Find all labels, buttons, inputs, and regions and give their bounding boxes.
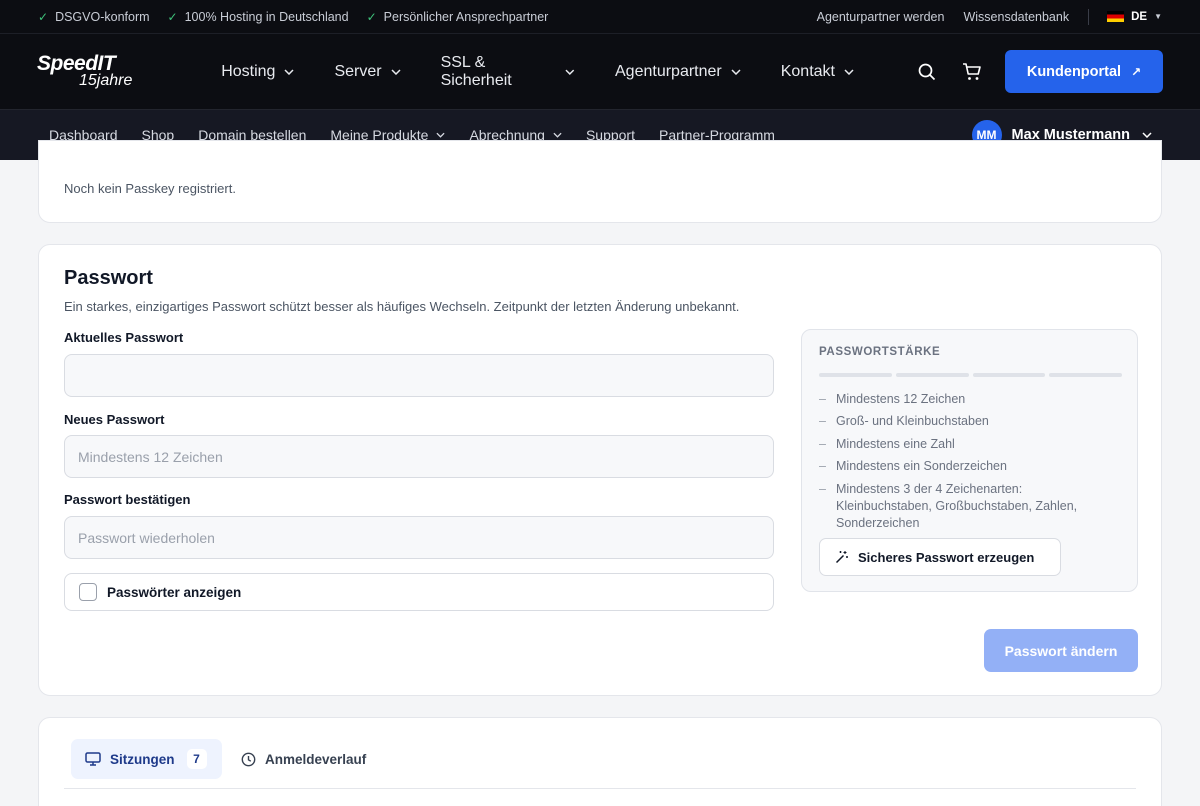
generate-password-button[interactable]: Sicheres Passwort erzeugen	[819, 538, 1061, 576]
search-icon[interactable]	[915, 60, 939, 84]
agency-partner-link[interactable]: Agenturpartner werden	[817, 10, 945, 24]
nav-hosting[interactable]: Hosting	[221, 54, 294, 90]
strength-title: PASSWORTSTÄRKE	[819, 346, 941, 358]
password-card: Passwort Ein starkes, einzigartiges Pass…	[38, 244, 1162, 696]
show-passwords-checkbox[interactable]	[79, 583, 97, 601]
current-password-label: Aktuelles Passwort	[64, 330, 184, 345]
strength-meter	[819, 373, 1122, 377]
chevron-down-icon	[565, 69, 575, 75]
nav-agency-partner[interactable]: Agenturpartner	[615, 54, 741, 90]
nav-ssl-security[interactable]: SSL & Sicherheit	[441, 54, 575, 90]
show-passwords-toggle[interactable]: Passwörter anzeigen	[64, 573, 774, 611]
german-flag-icon	[1107, 11, 1125, 22]
new-password-label: Neues Passwort	[64, 412, 165, 427]
passkey-card: Noch kein Passkey registriert.	[38, 140, 1162, 223]
section-title: Passwort	[64, 267, 153, 289]
divider	[1088, 8, 1090, 25]
cart-icon[interactable]	[960, 60, 984, 84]
caret-down-icon: ▼	[1154, 12, 1162, 21]
section-description: Ein starkes, einzigartiges Passwort schü…	[64, 299, 740, 314]
rule-item: – Mindestens 3 der 4 Zeichenarten: Kleinb…	[819, 481, 1078, 530]
magic-wand-icon	[835, 551, 848, 564]
change-password-button[interactable]: Passwort ändern	[984, 629, 1138, 672]
language-selector[interactable]: DE ▼	[1107, 11, 1162, 23]
check-icon: ✓	[167, 9, 178, 24]
top-bar: ✓ DSGVO-konform ✓ 100% Hosting in Deutschl…	[0, 0, 1200, 34]
nav-server[interactable]: Server	[334, 54, 401, 90]
arrow-up-right-icon: ↗	[1131, 64, 1142, 79]
chevron-down-icon	[844, 68, 854, 75]
monitor-icon	[85, 752, 101, 766]
strength-rules: – Mindestens 12 Zeichen – Groß- und Kleinb…	[819, 385, 1119, 532]
strength-bar	[819, 373, 892, 377]
divider	[64, 788, 1136, 789]
password-strength-panel: PASSWORTSTÄRKE – Mindestens 12 Zeichen – G…	[801, 329, 1138, 592]
logo[interactable]: SpeedIT 15jahre	[37, 52, 146, 92]
sessions-card: Sitzungen 7 Anmeldeverlauf	[38, 717, 1162, 806]
rule-item: – Groß- und Kleinbuchstaben	[819, 414, 989, 428]
dash-icon: –	[819, 436, 826, 451]
main-navigation: SpeedIT 15jahre Hosting Server SSL & Sic…	[0, 34, 1200, 110]
dash-icon: –	[819, 391, 826, 406]
new-password-input[interactable]	[64, 435, 774, 478]
knowledge-base-link[interactable]: Wissensdatenbank	[963, 10, 1069, 24]
chevron-down-icon	[553, 132, 562, 138]
chevron-down-icon	[436, 132, 446, 138]
feature-item: ✓ Persönlicher Ansprechpartner	[366, 9, 549, 24]
dash-icon: –	[819, 481, 826, 496]
strength-bar	[972, 373, 1046, 377]
nav-contact[interactable]: Kontakt	[781, 54, 854, 90]
chevron-down-icon	[1142, 132, 1152, 138]
rule-item: – Mindestens ein Sonderzeichen	[819, 459, 1007, 473]
current-password-input[interactable]	[64, 354, 774, 397]
confirm-password-input[interactable]	[64, 516, 774, 559]
chevron-down-icon	[284, 68, 294, 75]
rule-item: – Mindestens 12 Zeichen	[819, 391, 966, 406]
feature-item: ✓ 100% Hosting in Deutschland	[167, 9, 349, 24]
check-icon: ✓	[366, 9, 377, 24]
rule-item: – Mindestens eine Zahl	[819, 436, 955, 451]
chevron-down-icon	[731, 68, 741, 75]
tab-login-history[interactable]: Anmeldeverlauf	[227, 739, 380, 779]
passkey-empty-text: Noch kein Passkey registriert.	[64, 181, 236, 196]
feature-item: ✓ DSGVO-konform	[38, 9, 150, 24]
session-count-badge: 7	[186, 749, 207, 769]
chevron-down-icon	[391, 68, 401, 75]
clock-icon	[241, 752, 256, 766]
check-icon: ✓	[38, 9, 49, 24]
dash-icon: –	[819, 414, 826, 428]
strength-bar	[1049, 373, 1122, 377]
tab-sessions[interactable]: Sitzungen 7	[71, 739, 222, 779]
strength-bar	[895, 373, 969, 377]
customer-portal-button[interactable]: Kundenportal ↗	[1005, 50, 1163, 93]
dash-icon: –	[819, 459, 826, 473]
confirm-password-label: Passwort bestätigen	[64, 492, 191, 507]
